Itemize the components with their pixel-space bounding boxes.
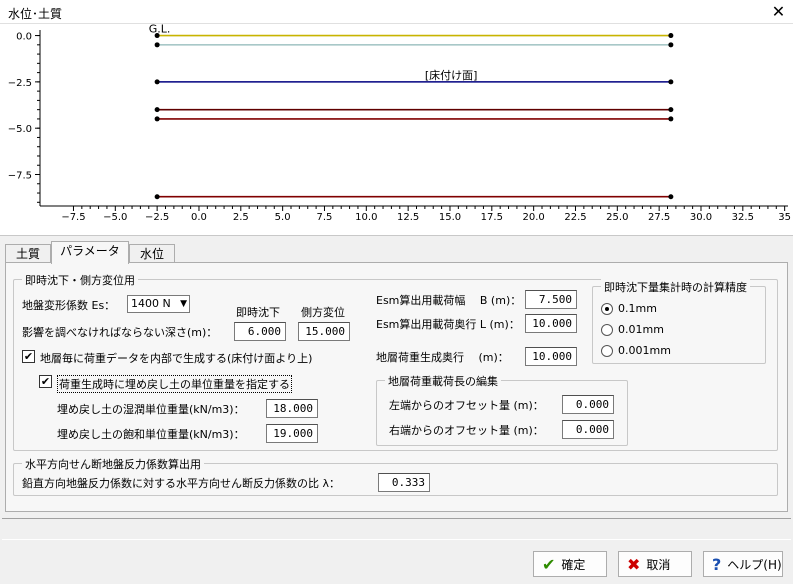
chart-annotation: [床付け面] (425, 68, 478, 82)
check-icon: ✔ (542, 554, 556, 574)
y-tick-label: −7.5 (8, 171, 32, 182)
close-icon[interactable]: ✕ (764, 0, 793, 24)
status-bar (2, 518, 791, 540)
series-point (154, 42, 160, 48)
y-tick-label: −2.5 (8, 78, 32, 89)
sat-unit-input[interactable]: 19.000 (266, 424, 318, 443)
x-tick-label: −2.5 (145, 212, 169, 223)
x-tick-label: 10.0 (355, 212, 377, 223)
x-tick-label: 7.5 (317, 212, 333, 223)
group-legend: 地層荷重載荷長の編集 (385, 373, 501, 389)
es-label: 地盤変形係数 Es： (22, 299, 116, 312)
col-lateral-label: 側方変位 (301, 306, 345, 319)
x-tick-label: −5.0 (103, 212, 127, 223)
esm-depth-input[interactable]: 10.000 (525, 314, 577, 333)
esm-depth-label: Esm算出用載荷奥行 L (m)： (376, 318, 520, 331)
cross-icon: ✖ (627, 554, 641, 574)
series-point (154, 116, 160, 122)
ok-button[interactable]: ✔ 確定 (533, 551, 607, 577)
gen-load-label: 地層毎に荷重データを内部で生成する(床付け面より上) (40, 352, 313, 365)
group-horizontal: 水平方向せん断地盤反力係数算出用 鉛直方向地盤反力係数に対する水平方向せん断反力… (13, 456, 778, 496)
x-tick-label: 0.0 (191, 212, 207, 223)
precision-radio-0-01mm[interactable] (601, 324, 613, 336)
series-point (668, 116, 674, 122)
title-bar: 水位･土質 ✕ (0, 0, 793, 24)
layer-depth-label: 地層荷重生成奥行 (m)： (376, 351, 509, 364)
sat-unit-label: 埋め戻し土の飽和単位重量(kN/m3)： (57, 428, 245, 441)
group-legend: 即時沈下・側方変位用 (22, 272, 138, 288)
help-button-label: ヘルプ(H) (727, 557, 782, 572)
precision-label-0-1mm: 0.1mm (618, 302, 657, 315)
es-select-value: 1400 N (131, 297, 171, 310)
depth-label: 影響を調べなければならない深さ(m)： (22, 326, 218, 339)
ratio-label: 鉛直方向地盤反力係数に対する水平方向せん断反力係数の比 λ： (22, 477, 341, 490)
profile-chart: −7.5 −5.0 −2.5 0.0 2.5 5.0 7.5 10.0 12.5 15.0 17.5… (8, 24, 791, 223)
x-tick-label: 20.0 (523, 212, 545, 223)
x-tick-label: −7.5 (61, 212, 85, 223)
layer-depth-input[interactable]: 10.000 (525, 347, 577, 366)
right-offset-input[interactable]: 0.000 (562, 420, 614, 439)
precision-radio-0-001mm[interactable] (601, 345, 613, 357)
cancel-button-label: 取消 (646, 557, 671, 572)
x-tick-label: 25.0 (606, 212, 628, 223)
tab-water-level[interactable]: 水位 (129, 244, 175, 264)
x-tick-label: 22.5 (564, 212, 586, 223)
chart-panel: −7.5 −5.0 −2.5 0.0 2.5 5.0 7.5 10.0 12.5 15.0 17.5… (0, 24, 793, 236)
chevron-down-icon: ▼ (180, 299, 187, 309)
help-button[interactable]: ? ヘルプ(H) (703, 551, 783, 577)
series-point (668, 42, 674, 48)
esm-width-label: Esm算出用載荷幅 B (m)： (376, 294, 522, 307)
parameters-panel: 即時沈下・側方変位用 地盤変形係数 Es： 1400 N ▼ 即時沈下 側方変位… (5, 262, 788, 512)
right-offset-label: 右端からのオフセット量 (m)： (389, 424, 544, 437)
series-point (668, 194, 674, 200)
series-point (668, 79, 674, 85)
group-precision: 即時沈下量集計時の計算精度 0.1mm 0.01mm 0.001mm (592, 279, 766, 364)
series-point (154, 194, 160, 200)
depth-immediate-input[interactable]: 6.000 (234, 322, 286, 341)
ratio-input[interactable]: 0.333 (378, 473, 430, 492)
y-tick-label: −5.0 (8, 124, 32, 135)
x-tick-label: 35 (778, 212, 791, 223)
x-tick-label: 17.5 (481, 212, 503, 223)
esm-width-input[interactable]: 7.500 (525, 290, 577, 309)
x-tick-label: 27.5 (648, 212, 670, 223)
group-layer-load: 地層荷重載荷長の編集 左端からのオフセット量 (m)： 0.000 右端からのオ… (376, 373, 628, 446)
y-tick-label: 0.0 (16, 32, 32, 43)
left-offset-input[interactable]: 0.000 (562, 395, 614, 414)
x-tick-label: 15.0 (439, 212, 461, 223)
x-tick-label: 5.0 (275, 212, 291, 223)
series-point (668, 33, 674, 39)
wet-unit-input[interactable]: 18.000 (266, 399, 318, 418)
es-select[interactable]: 1400 N ▼ (127, 295, 190, 313)
specify-unit-checkbox[interactable]: ✔ (39, 375, 52, 388)
group-legend: 即時沈下量集計時の計算精度 (601, 279, 750, 295)
x-tick-label: 30.0 (690, 212, 712, 223)
depth-lateral-input[interactable]: 15.000 (298, 322, 350, 341)
gen-load-checkbox[interactable]: ✔ (22, 350, 35, 363)
question-icon: ? (712, 554, 722, 574)
chart-annotation: G.L. (149, 24, 171, 36)
col-immediate-label: 即時沈下 (236, 306, 280, 319)
ok-button-label: 確定 (561, 557, 586, 572)
x-tick-label: 32.5 (732, 212, 754, 223)
series-point (668, 107, 674, 113)
left-offset-label: 左端からのオフセット量 (m)： (389, 399, 544, 412)
specify-unit-label: 荷重生成時に埋め戻し土の単位重量を指定する (57, 375, 292, 393)
window-title: 水位･土質 (8, 7, 63, 21)
series-point (154, 79, 160, 85)
wet-unit-label: 埋め戻し土の湿潤単位重量(kN/m3)： (57, 403, 245, 416)
series-point (154, 107, 160, 113)
group-legend: 水平方向せん断地盤反力係数算出用 (22, 456, 204, 472)
precision-radio-0-1mm[interactable] (601, 303, 613, 315)
cancel-button[interactable]: ✖ 取消 (618, 551, 692, 577)
x-tick-label: 12.5 (397, 212, 419, 223)
precision-label-0-01mm: 0.01mm (618, 323, 664, 336)
tab-parameters[interactable]: パラメータ (51, 241, 129, 264)
precision-label-0-001mm: 0.001mm (618, 344, 671, 357)
x-tick-label: 2.5 (233, 212, 249, 223)
tab-soil[interactable]: 土質 (5, 244, 51, 264)
group-immediate-lateral: 即時沈下・側方変位用 地盤変形係数 Es： 1400 N ▼ 即時沈下 側方変位… (13, 272, 778, 451)
